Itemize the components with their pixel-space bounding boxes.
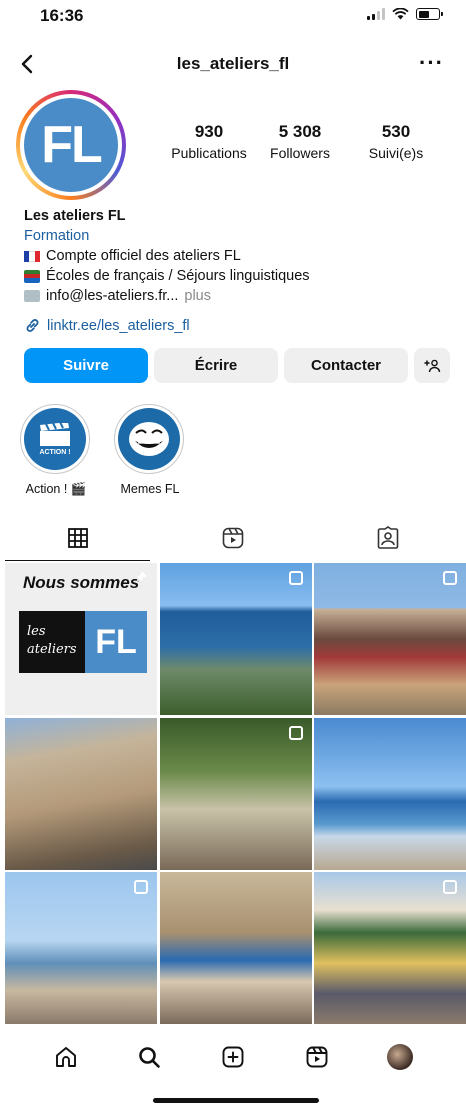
carousel-icon — [443, 880, 457, 894]
bio-text: Compte officiel des ateliers FL — [46, 248, 241, 264]
post-tile[interactable] — [159, 563, 312, 715]
post-logo-left: les ateliers — [19, 611, 85, 673]
bio-line: Écoles de français / Séjours linguistiqu… — [24, 266, 454, 286]
signal-icon — [367, 8, 385, 20]
stat-label: Followers — [270, 145, 330, 161]
post-tile[interactable] — [5, 717, 157, 870]
status-icons — [367, 8, 443, 20]
post-tile[interactable]: Nous sommes les ateliers FL — [5, 563, 157, 715]
trollface-icon — [129, 422, 169, 456]
add-person-icon — [424, 359, 441, 372]
reels-icon — [306, 1046, 328, 1068]
story-highlights: ACTION ! Action ! 🎬 Memes FL — [20, 404, 186, 497]
books-icon — [24, 269, 40, 283]
nav-profile[interactable] — [387, 1044, 414, 1070]
create-icon — [222, 1046, 244, 1068]
profile-avatar-icon — [387, 1044, 414, 1070]
carousel-icon — [134, 880, 148, 894]
wifi-icon — [392, 8, 409, 20]
profile-actions: Suivre Écrire Contacter — [24, 348, 450, 383]
pin-icon — [135, 571, 147, 583]
carousel-icon — [288, 571, 303, 585]
post-tile[interactable] — [5, 872, 157, 1024]
link-icon — [26, 319, 39, 332]
nav-search[interactable] — [136, 1044, 162, 1070]
post-title: Nous sommes — [23, 573, 140, 592]
profile-bio: Les ateliers FL Formation Compte officie… — [24, 206, 454, 306]
stat-label: Publications — [171, 145, 247, 161]
highlight-cover-caption: ACTION ! — [39, 448, 71, 456]
france-flag-icon — [24, 250, 40, 262]
bio-line: Compte officiel des ateliers FL — [24, 246, 454, 266]
bio-more-link[interactable]: plus — [184, 286, 211, 306]
stat-value: 5 308 — [278, 122, 322, 141]
status-bar: 16:36 — [0, 0, 466, 32]
home-icon — [55, 1047, 76, 1067]
tab-posts[interactable] — [0, 515, 155, 561]
tab-tagged[interactable] — [311, 515, 466, 561]
bio-link[interactable]: linktr.ee/les_ateliers_fl — [24, 317, 190, 334]
nav-create[interactable] — [220, 1044, 246, 1070]
battery-icon — [416, 8, 443, 20]
avatar-logo: FL — [24, 98, 118, 192]
bio-line: info@les-ateliers.fr... plus — [24, 286, 454, 306]
more-options-icon[interactable]: ··· — [419, 50, 444, 76]
profile-name: Les ateliers FL — [24, 208, 126, 224]
bio-link-text: linktr.ee/les_ateliers_fl — [47, 317, 190, 334]
highlight-label: Memes FL — [120, 482, 180, 496]
home-indicator — [153, 1098, 319, 1103]
bottom-nav — [0, 1034, 466, 1080]
stat-value: 930 — [194, 122, 224, 141]
stat-value: 530 — [381, 122, 411, 141]
post-tile[interactable] — [159, 717, 312, 870]
bio-text: Écoles de français / Séjours linguistiqu… — [46, 268, 310, 284]
post-logo-right: FL — [85, 611, 147, 673]
profile-avatar[interactable]: FL — [16, 90, 126, 200]
highlight-cover: ACTION ! — [20, 404, 90, 474]
tab-reels[interactable] — [155, 515, 310, 561]
carousel-icon — [288, 725, 303, 740]
envelope-icon — [24, 290, 40, 302]
nav-home[interactable] — [53, 1044, 79, 1070]
search-icon — [139, 1047, 161, 1068]
nav-reels[interactable] — [304, 1044, 330, 1070]
highlight-memes[interactable]: Memes FL — [114, 404, 186, 497]
post-tile[interactable] — [314, 872, 466, 1024]
status-time: 16:36 — [40, 6, 84, 25]
bio-text: info@les-ateliers.fr... — [46, 288, 179, 304]
post-tile[interactable] — [314, 563, 466, 715]
highlight-action[interactable]: ACTION ! Action ! 🎬 — [20, 404, 92, 497]
post-tile[interactable] — [159, 872, 312, 1024]
profile-tabs — [0, 515, 466, 561]
top-nav: les_ateliers_fl ··· — [0, 44, 466, 84]
grid-icon — [67, 528, 88, 548]
carousel-icon — [443, 571, 457, 585]
highlight-label: Action ! 🎬 — [25, 482, 87, 496]
stat-label: Suivi(e)s — [368, 145, 424, 161]
contact-button[interactable]: Contacter — [284, 348, 408, 383]
suggest-users-button[interactable] — [414, 348, 450, 383]
profile-category[interactable]: Formation — [24, 226, 454, 246]
clapperboard-icon — [40, 422, 70, 446]
stat-following[interactable]: 530 Suivi(e)s — [348, 122, 444, 161]
message-button[interactable]: Écrire — [154, 348, 278, 383]
posts-grid: Nous sommes les ateliers FL — [5, 563, 466, 1024]
follow-button[interactable]: Suivre — [24, 348, 148, 383]
highlight-cover — [114, 404, 184, 474]
stat-followers[interactable]: 5 308 Followers — [252, 122, 348, 161]
stat-publications[interactable]: 930 Publications — [166, 122, 252, 161]
post-tile[interactable] — [314, 717, 466, 870]
profile-username: les_ateliers_fl — [176, 54, 290, 73]
tagged-icon — [378, 526, 399, 549]
reels-icon — [222, 527, 244, 549]
profile-stats: 930 Publications 5 308 Followers 530 Sui… — [166, 122, 456, 161]
